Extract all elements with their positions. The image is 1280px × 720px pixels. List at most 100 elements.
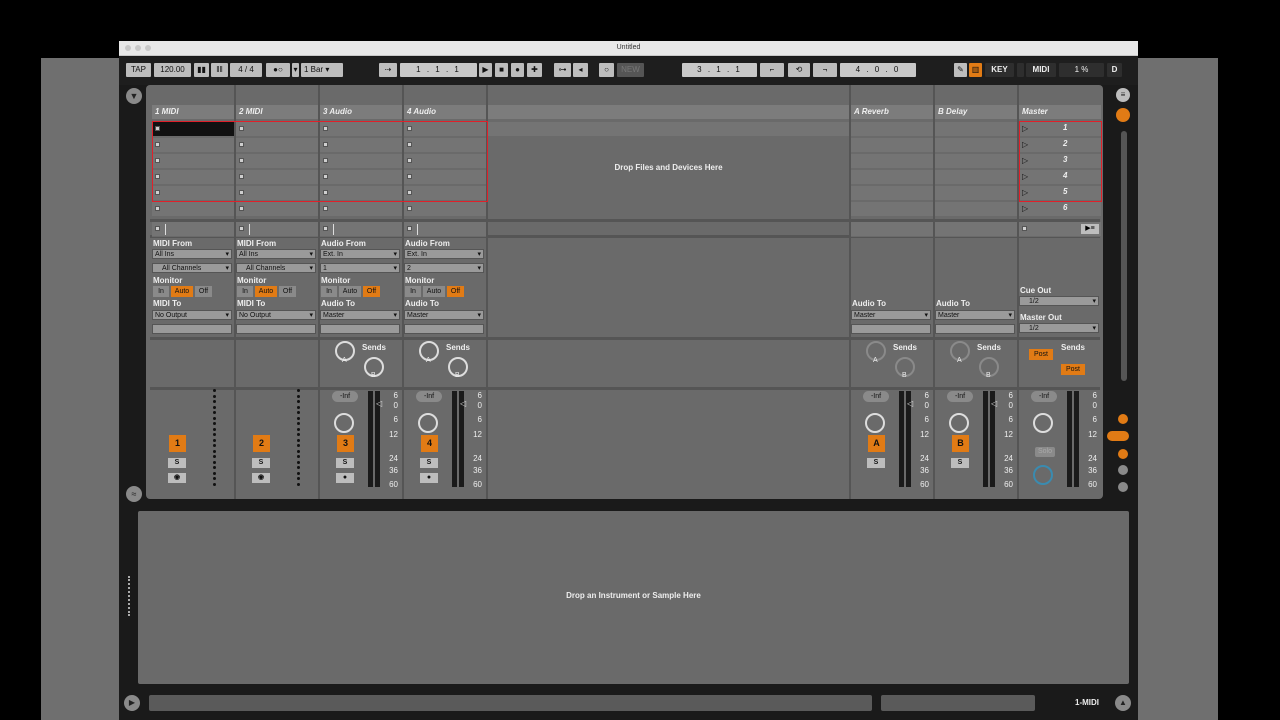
- output-channel-select[interactable]: [320, 324, 400, 334]
- minimize-dot[interactable]: [135, 45, 141, 51]
- return-activator-button[interactable]: B: [952, 435, 969, 452]
- monitor-off-button[interactable]: Off: [363, 286, 380, 297]
- time-signature-field[interactable]: 4 / 4: [230, 63, 262, 77]
- clip-stop-icon[interactable]: [155, 206, 160, 211]
- track-activator-button[interactable]: 4: [421, 435, 438, 452]
- monitor-auto-button[interactable]: Auto: [171, 286, 193, 297]
- monitor-auto-button[interactable]: Auto: [255, 286, 277, 297]
- detail-view-toggle-icon[interactable]: ▲: [1115, 695, 1131, 711]
- quantize-select[interactable]: 1 Bar ▾: [301, 63, 343, 77]
- input-type-select[interactable]: Ext. In ▾: [404, 249, 484, 259]
- clip-slot[interactable]: [320, 202, 402, 217]
- monitor-off-button[interactable]: Off: [447, 286, 464, 297]
- overdub-icon[interactable]: ✚: [527, 63, 542, 77]
- automation-arm-icon[interactable]: ⊶: [554, 63, 571, 77]
- loop-icon[interactable]: ⟲: [788, 63, 810, 77]
- computer-keyboard-icon[interactable]: ▥: [969, 63, 982, 77]
- volume-fader-arrow-icon[interactable]: ◁: [907, 399, 913, 408]
- clip-stop-row[interactable]: [404, 222, 486, 237]
- monitor-in-button[interactable]: In: [405, 286, 421, 297]
- cue-volume-knob[interactable]: [1033, 465, 1053, 485]
- stop-icon[interactable]: ■: [495, 63, 508, 77]
- punch-out-icon[interactable]: ¬: [813, 63, 837, 77]
- pan-knob[interactable]: [334, 413, 354, 433]
- monitor-in-button[interactable]: In: [153, 286, 169, 297]
- volume-readout[interactable]: -Inf: [1031, 391, 1057, 402]
- track-activator-button[interactable]: 3: [337, 435, 354, 452]
- stop-clips-icon[interactable]: [407, 226, 412, 231]
- draw-mode-icon[interactable]: ✎: [954, 63, 967, 77]
- solo-button[interactable]: S: [168, 458, 186, 468]
- output-type-select[interactable]: Master ▾: [320, 310, 400, 320]
- pre-post-button[interactable]: Post: [1029, 349, 1053, 360]
- metronome-grid-icon[interactable]: ‖‖: [211, 63, 228, 77]
- track-activator-button[interactable]: 2: [253, 435, 270, 452]
- zoom-dot[interactable]: [145, 45, 151, 51]
- output-channel-select[interactable]: [152, 324, 232, 334]
- input-channel-select[interactable]: All Channels ▾: [236, 263, 316, 273]
- play-icon[interactable]: ▶: [479, 63, 492, 77]
- master-header[interactable]: Master: [1019, 105, 1101, 119]
- solo-button[interactable]: S: [336, 458, 354, 468]
- solo-button[interactable]: S: [252, 458, 270, 468]
- record-icon[interactable]: ●: [511, 63, 524, 77]
- close-dot[interactable]: [125, 45, 131, 51]
- input-channel-select[interactable]: All Channels ▾: [152, 263, 232, 273]
- solo-button[interactable]: S: [420, 458, 438, 468]
- midi-map-button[interactable]: MIDI: [1026, 63, 1056, 77]
- clip-stop-icon[interactable]: [239, 206, 244, 211]
- clip-slot[interactable]: [152, 202, 234, 217]
- master-out-select[interactable]: 1/2 ▾: [1019, 323, 1099, 333]
- scene-play-icon[interactable]: ▷: [1022, 204, 1028, 213]
- return-activator-button[interactable]: A: [868, 435, 885, 452]
- arm-button[interactable]: ◉: [168, 473, 186, 483]
- input-type-select[interactable]: Ext. In ▾: [320, 249, 400, 259]
- arrangement-position[interactable]: 1 . 1 . 1: [400, 63, 477, 77]
- monitor-auto-button[interactable]: Auto: [423, 286, 445, 297]
- solo-button[interactable]: S: [951, 458, 969, 468]
- loop-length-field[interactable]: 4 . 0 . 0: [840, 63, 916, 77]
- pan-knob[interactable]: [1033, 413, 1053, 433]
- solo-cue-button[interactable]: Solo: [1035, 447, 1055, 457]
- clip-stop-icon[interactable]: [323, 206, 328, 211]
- punch-in-icon[interactable]: ⌐: [760, 63, 784, 77]
- groove-pool-icon[interactable]: ≈: [126, 486, 142, 502]
- cue-out-select[interactable]: 1/2 ▾: [1019, 296, 1099, 306]
- new-button[interactable]: NEW: [617, 63, 644, 77]
- monitor-auto-button[interactable]: Auto: [339, 286, 361, 297]
- volume-readout[interactable]: -Inf: [947, 391, 973, 402]
- stop-clips-icon[interactable]: [239, 226, 244, 231]
- output-channel-select[interactable]: [404, 324, 484, 334]
- track-header-2[interactable]: 2 MIDI: [236, 105, 318, 119]
- master-stop-row[interactable]: ▶≡: [1019, 222, 1101, 237]
- solo-button[interactable]: S: [867, 458, 885, 468]
- return-header-b[interactable]: B Delay: [935, 105, 1017, 119]
- input-channel-select[interactable]: 1 ▾: [320, 263, 400, 273]
- input-channel-select[interactable]: 2 ▾: [404, 263, 484, 273]
- output-type-select[interactable]: Master ▾: [404, 310, 484, 320]
- info-view-toggle-icon[interactable]: ▶: [124, 695, 140, 711]
- nudge-icon[interactable]: ▮▮: [194, 63, 209, 77]
- session-record-icon[interactable]: ○: [599, 63, 614, 77]
- io-toggle-icon[interactable]: ≡: [1116, 88, 1130, 102]
- track-header-1[interactable]: 1 MIDI: [152, 105, 234, 119]
- track-activator-button[interactable]: 1: [169, 435, 186, 452]
- volume-readout[interactable]: -Inf: [863, 391, 889, 402]
- pan-knob[interactable]: [949, 413, 969, 433]
- mixer-toggle-icon[interactable]: [1107, 431, 1129, 441]
- pan-knob[interactable]: [418, 413, 438, 433]
- arm-button[interactable]: ●: [420, 473, 438, 483]
- scene-clip-view-icon[interactable]: ▶≡: [1081, 224, 1099, 234]
- clip-slot[interactable]: [236, 202, 318, 217]
- tap-button[interactable]: TAP: [126, 63, 151, 77]
- metronome-icon[interactable]: ●○: [266, 63, 290, 77]
- monitor-in-button[interactable]: In: [321, 286, 337, 297]
- pan-knob[interactable]: [865, 413, 885, 433]
- volume-fader-arrow-icon[interactable]: ◁: [991, 399, 997, 408]
- metronome-menu[interactable]: ▾: [292, 63, 299, 77]
- volume-readout[interactable]: -Inf: [416, 391, 442, 402]
- vertical-scrollbar[interactable]: [1121, 131, 1127, 381]
- input-type-select[interactable]: All Ins ▾: [152, 249, 232, 259]
- scene-launch[interactable]: ▷ 6: [1019, 202, 1101, 217]
- stop-clips-icon[interactable]: [323, 226, 328, 231]
